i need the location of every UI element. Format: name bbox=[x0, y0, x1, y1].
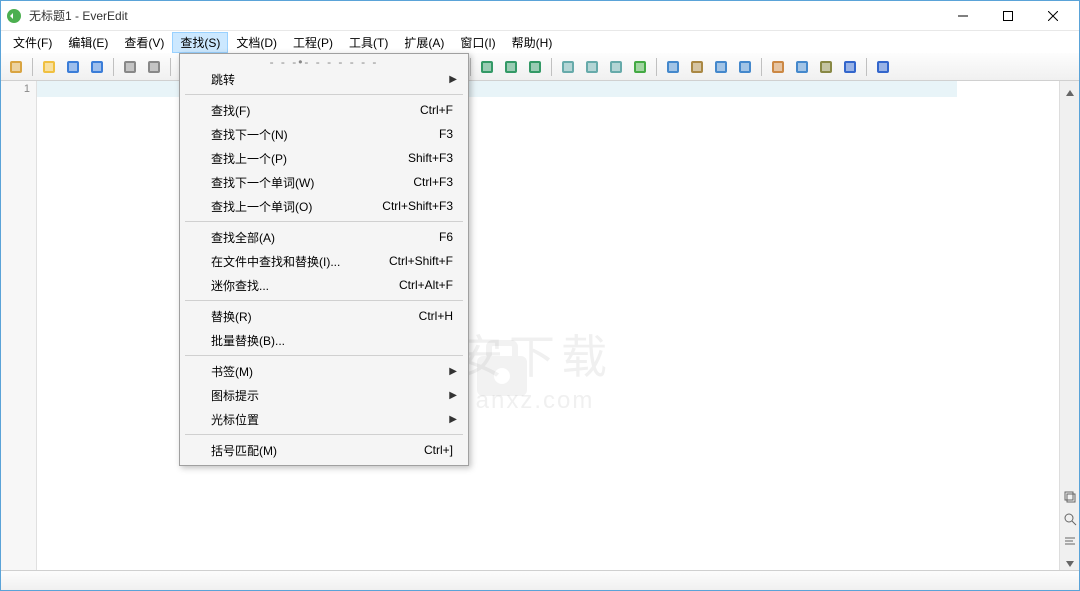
open-icon[interactable] bbox=[38, 56, 60, 78]
line-number: 1 bbox=[1, 83, 30, 95]
menu-item[interactable]: 括号匹配(M)Ctrl+] bbox=[183, 438, 465, 462]
panel1-icon[interactable] bbox=[710, 56, 732, 78]
tool-icon[interactable] bbox=[686, 56, 708, 78]
menu-item[interactable]: 查找下一个(N)F3 bbox=[183, 122, 465, 146]
chevron-right-icon: ▶ bbox=[449, 414, 457, 425]
menu-item-label: 查找上一个单词(O) bbox=[211, 198, 382, 215]
redo-icon[interactable] bbox=[143, 56, 165, 78]
close-button[interactable] bbox=[1030, 2, 1075, 30]
menu-item[interactable]: 迷你查找...Ctrl+Alt+F bbox=[183, 273, 465, 297]
menu-tear-handle[interactable]: - - -•- - - - - - - bbox=[183, 57, 465, 67]
menu-item[interactable]: 查找上一个(P)Shift+F3 bbox=[183, 146, 465, 170]
main-area: 1 安下载 anxz.com bbox=[1, 81, 1079, 570]
statusbar bbox=[1, 570, 1079, 590]
cmd3-icon[interactable] bbox=[524, 56, 546, 78]
cmd1-icon[interactable] bbox=[476, 56, 498, 78]
menu-item-shortcut: Ctrl+Alt+F bbox=[399, 278, 453, 292]
menubar: 文件(F)编辑(E)查看(V)查找(S)文档(D)工程(P)工具(T)扩展(A)… bbox=[1, 31, 1079, 53]
menu-item-shortcut: F6 bbox=[439, 230, 453, 244]
plugin-icon[interactable] bbox=[629, 56, 651, 78]
panel4-icon[interactable] bbox=[791, 56, 813, 78]
save-all-icon[interactable] bbox=[86, 56, 108, 78]
rail-copy-icon[interactable] bbox=[1063, 490, 1077, 504]
menu-item-label: 查找上一个(P) bbox=[211, 150, 408, 167]
menu-item-label: 括号匹配(M) bbox=[211, 442, 424, 459]
menu-item-label: 迷你查找... bbox=[211, 277, 399, 294]
rail-down-icon[interactable] bbox=[1063, 556, 1077, 570]
menu-item-shortcut: Ctrl+F3 bbox=[413, 175, 453, 189]
rail-wrap-icon[interactable] bbox=[1063, 534, 1077, 548]
menu-0[interactable]: 文件(F) bbox=[5, 32, 60, 53]
menu-item-label: 查找全部(A) bbox=[211, 229, 439, 246]
menu-8[interactable]: 窗口(I) bbox=[452, 32, 503, 53]
window-icon[interactable] bbox=[662, 56, 684, 78]
window-title: 无标题1 - EverEdit bbox=[29, 7, 940, 24]
menu-item-label: 替换(R) bbox=[211, 308, 419, 325]
toolbar bbox=[1, 53, 1079, 81]
menu-item-label: 查找下一个单词(W) bbox=[211, 174, 413, 191]
menu-item[interactable]: 跳转▶ bbox=[183, 67, 465, 91]
menu-item-shortcut: Ctrl+Shift+F3 bbox=[382, 199, 453, 213]
menu-1[interactable]: 编辑(E) bbox=[60, 32, 116, 53]
panel2-icon[interactable] bbox=[734, 56, 756, 78]
panel3-icon[interactable] bbox=[767, 56, 789, 78]
rail-zoom-icon[interactable] bbox=[1063, 512, 1077, 526]
menu-item-shortcut: F3 bbox=[439, 127, 453, 141]
menu-item[interactable]: 图标提示▶ bbox=[183, 383, 465, 407]
menu-item-shortcut: Ctrl+F bbox=[420, 103, 453, 117]
chevron-right-icon: ▶ bbox=[449, 366, 457, 377]
line-gutter: 1 bbox=[1, 81, 37, 570]
menu-6[interactable]: 工具(T) bbox=[341, 32, 396, 53]
menu-9[interactable]: 帮助(H) bbox=[504, 32, 561, 53]
menu-item-label: 在文件中查找和替换(I)... bbox=[211, 253, 389, 270]
menu-item[interactable]: 书签(M)▶ bbox=[183, 359, 465, 383]
menu-item-shortcut: Shift+F3 bbox=[408, 151, 453, 165]
refresh3-icon[interactable] bbox=[605, 56, 627, 78]
rail-up-icon[interactable] bbox=[1063, 87, 1077, 101]
menu-item[interactable]: 替换(R)Ctrl+H bbox=[183, 304, 465, 328]
chevron-right-icon: ▶ bbox=[449, 74, 457, 85]
menu-3[interactable]: 查找(S) bbox=[172, 32, 228, 53]
right-rail bbox=[1059, 81, 1079, 570]
menu-item-label: 图标提示 bbox=[211, 387, 449, 404]
menu-item[interactable]: 在文件中查找和替换(I)...Ctrl+Shift+F bbox=[183, 249, 465, 273]
menu-5[interactable]: 工程(P) bbox=[285, 32, 341, 53]
watermark-icon bbox=[467, 331, 537, 401]
menu-item-shortcut: Ctrl+H bbox=[419, 309, 453, 323]
refresh1-icon[interactable] bbox=[557, 56, 579, 78]
save-icon[interactable] bbox=[62, 56, 84, 78]
app-icon bbox=[5, 7, 23, 25]
menu-item[interactable]: 查找上一个单词(O)Ctrl+Shift+F3 bbox=[183, 194, 465, 218]
menu-4[interactable]: 文档(D) bbox=[228, 32, 285, 53]
menu-item-label: 批量替换(B)... bbox=[211, 332, 457, 349]
chevron-right-icon: ▶ bbox=[449, 390, 457, 401]
menu-item-shortcut: Ctrl+] bbox=[424, 443, 453, 457]
web-icon[interactable] bbox=[815, 56, 837, 78]
menu-item-label: 跳转 bbox=[211, 71, 449, 88]
new-icon[interactable] bbox=[5, 56, 27, 78]
ie-icon[interactable] bbox=[839, 56, 861, 78]
menu-item-label: 光标位置 bbox=[211, 411, 449, 428]
menu-item-label: 查找下一个(N) bbox=[211, 126, 439, 143]
minimize-button[interactable] bbox=[940, 2, 985, 30]
titlebar: 无标题1 - EverEdit bbox=[1, 1, 1079, 31]
search-menu-dropdown: - - -•- - - - - - -跳转▶查找(F)Ctrl+F查找下一个(N… bbox=[179, 53, 469, 466]
menu-item[interactable]: 批量替换(B)... bbox=[183, 328, 465, 352]
undo-icon[interactable] bbox=[119, 56, 141, 78]
menu-item-label: 书签(M) bbox=[211, 363, 449, 380]
maximize-button[interactable] bbox=[985, 2, 1030, 30]
cmd2-icon[interactable] bbox=[500, 56, 522, 78]
menu-item-shortcut: Ctrl+Shift+F bbox=[389, 254, 453, 268]
help-icon[interactable] bbox=[872, 56, 894, 78]
current-line-highlight bbox=[37, 81, 957, 97]
menu-item[interactable]: 光标位置▶ bbox=[183, 407, 465, 431]
menu-item[interactable]: 查找(F)Ctrl+F bbox=[183, 98, 465, 122]
menu-item[interactable]: 查找下一个单词(W)Ctrl+F3 bbox=[183, 170, 465, 194]
menu-item-label: 查找(F) bbox=[211, 102, 420, 119]
refresh2-icon[interactable] bbox=[581, 56, 603, 78]
menu-2[interactable]: 查看(V) bbox=[116, 32, 172, 53]
menu-item[interactable]: 查找全部(A)F6 bbox=[183, 225, 465, 249]
menu-7[interactable]: 扩展(A) bbox=[396, 32, 452, 53]
